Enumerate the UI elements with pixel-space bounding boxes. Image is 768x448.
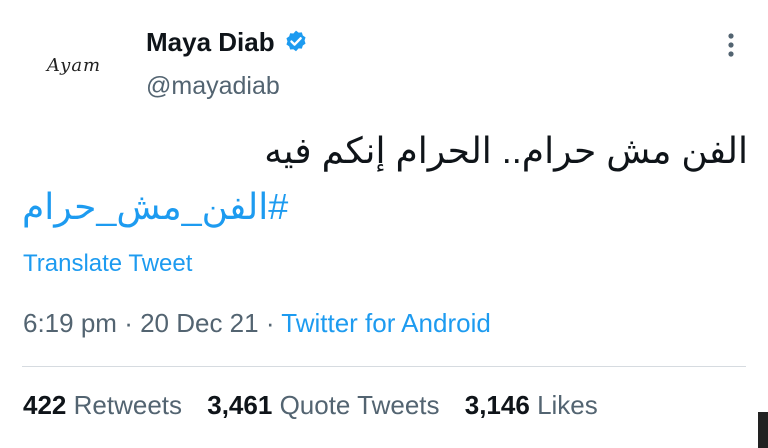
tweet-time[interactable]: 6:19 pm [23, 308, 117, 338]
scrollbar[interactable] [758, 412, 768, 448]
tweet-meta: 6:19 pm · 20 Dec 21 · Twitter for Androi… [23, 308, 491, 339]
quote-tweets-label: Quote Tweets [279, 390, 440, 420]
avatar[interactable]: Ayam [18, 22, 130, 108]
divider [22, 366, 746, 367]
quote-tweets-count: 3,461 [207, 390, 273, 420]
retweets-label: Retweets [73, 390, 183, 420]
verified-badge-icon [283, 29, 309, 55]
tweet-source-link[interactable]: Twitter for Android [281, 308, 491, 338]
more-options-icon[interactable] [716, 30, 746, 60]
likes-label: Likes [537, 390, 598, 420]
user-name-row: Maya Diab [146, 26, 309, 58]
likes-count: 3,146 [464, 390, 530, 420]
display-name[interactable]: Maya Diab [146, 26, 275, 58]
likes-stat[interactable]: 3,146 Likes [465, 390, 598, 420]
meta-separator: · [124, 308, 141, 338]
translate-tweet-link[interactable]: Translate Tweet [23, 250, 192, 278]
tweet-stats: 422 Retweets 3,461 Quote Tweets 3,146 Li… [23, 390, 616, 421]
quote-tweets-stat[interactable]: 3,461 Quote Tweets [207, 390, 447, 420]
user-handle[interactable]: @mayadiab [146, 72, 280, 101]
meta-separator: · [265, 308, 282, 338]
hashtag-link[interactable]: #الفن_مش_حرام [22, 184, 288, 230]
tweet-date[interactable]: 20 Dec 21 [140, 308, 259, 338]
retweets-count: 422 [23, 390, 67, 420]
avatar-signature: Ayam [46, 54, 102, 76]
tweet-text: الفن مش حرام.. الحرام إنكم فيه [264, 130, 748, 171]
retweets-stat[interactable]: 422 Retweets [23, 390, 189, 420]
